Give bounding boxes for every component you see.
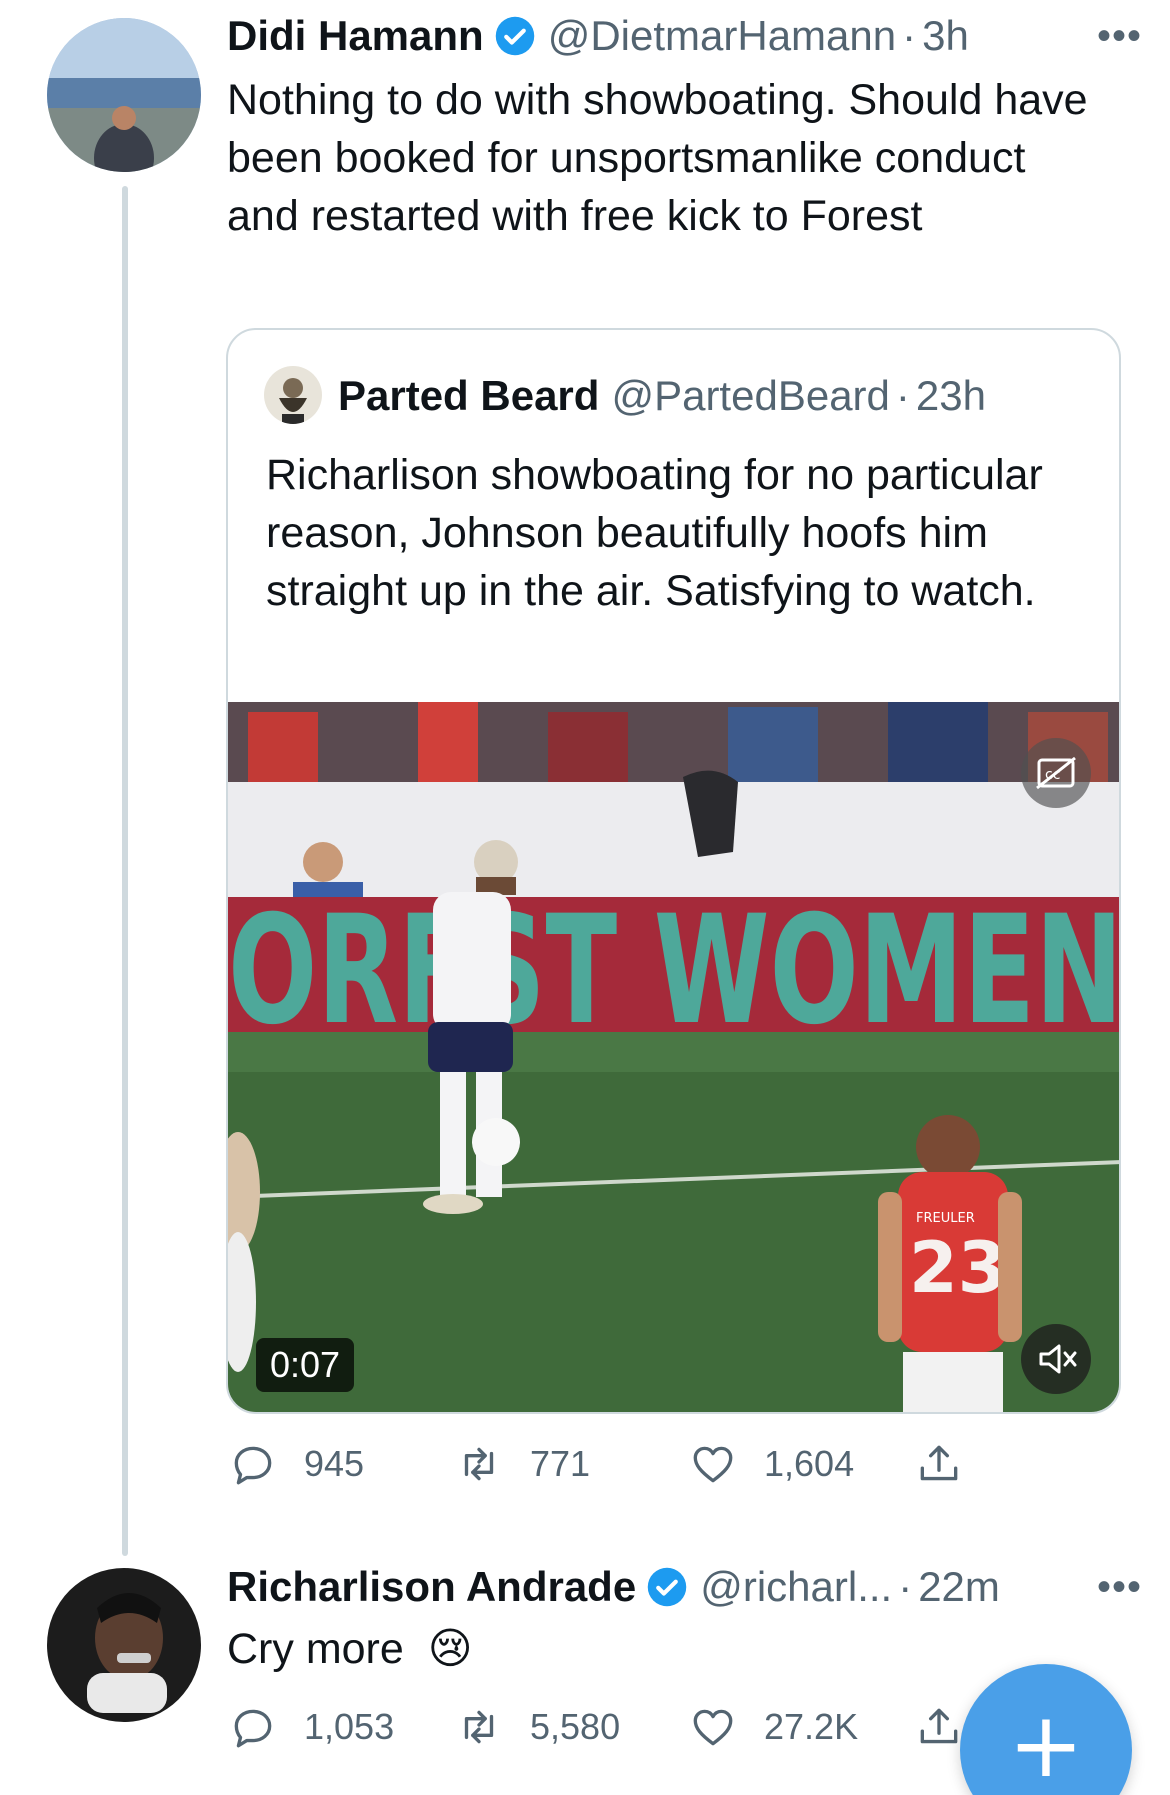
reply-count: 945 [304,1443,365,1484]
video-duration: 0:07 [256,1338,355,1392]
thread-line [122,186,128,1556]
like-button[interactable]: 27.2K [688,1697,858,1757]
tweet-actions: 945 771 1,604 [228,1434,1078,1494]
more-options-icon[interactable]: ••• [1097,1565,1142,1610]
retweet-button[interactable]: 5,580 [454,1697,620,1757]
tweet-header: Didi Hamann @DietmarHamann · 3h [227,10,969,62]
quoted-tweet-text: Richarlison showboating for no particula… [266,451,1043,615]
author-name[interactable]: Didi Hamann [227,12,484,60]
reply-header: Richarlison Andrade @richarl... · 22m [227,1561,1000,1613]
more-options-icon[interactable]: ••• [1097,14,1142,59]
reply-author-handle[interactable]: @richarl... [700,1563,892,1611]
reply-text: Cry more [227,1625,404,1673]
reply-icon [234,1709,272,1748]
reply-button[interactable]: 1,053 [228,1697,394,1757]
share-button[interactable] [914,1434,964,1494]
like-button[interactable]: 1,604 [688,1434,854,1494]
reply-avatar[interactable] [47,1568,201,1722]
crying-face-emoji: 😢 [427,1625,473,1673]
separator-dot: · [902,12,917,59]
separator-dot: · [895,372,910,419]
avatar-photo [47,1568,201,1722]
banner-text: ORFST WOMEN [228,884,1121,1058]
timestamp[interactable]: 3h [922,12,969,60]
separator-dot: · [898,1563,913,1610]
avatar-photo [47,18,201,172]
retweet-icon [464,1710,494,1744]
reply-button[interactable]: 945 [228,1434,364,1494]
share-button[interactable] [914,1697,964,1757]
retweet-button[interactable]: 771 [454,1434,590,1494]
plus-icon: + [1008,1693,1083,1795]
video-player[interactable]: ORFST WOMEN FREULER 23 0:07 [228,702,1121,1412]
share-icon [920,1708,958,1744]
quoted-author-name: Parted Beard [338,372,600,419]
verified-badge-icon [646,1566,688,1608]
like-count: 1,604 [764,1443,855,1484]
shirt-number: 23 [909,1227,1006,1309]
retweet-count: 771 [530,1443,591,1484]
heart-icon [693,1446,733,1483]
reply-actions: 1,053 5,580 27.2K [228,1697,1078,1757]
tweet-text: Nothing to do with showboating. Should h… [227,76,1088,240]
quoted-tweet-card[interactable]: Parted Beard @PartedBeard · 23h Richarli… [226,328,1121,1414]
author-handle[interactable]: @DietmarHamann [548,12,896,60]
quoted-timestamp: 23h [915,372,986,419]
quoted-author-handle: @PartedBeard [611,372,890,419]
share-icon [920,1445,958,1481]
quoted-avatar [264,366,322,424]
quoted-tweet-header: Parted Beard @PartedBeard · 23h [338,370,986,422]
muted-speaker-icon[interactable] [1021,1324,1091,1394]
avatar[interactable] [47,18,201,172]
shirt-name: FREULER [916,1211,975,1226]
video-frame: ORFST WOMEN FREULER 23 [228,702,1121,1412]
retweet-count: 5,580 [530,1706,621,1747]
reply-count: 1,053 [304,1706,395,1747]
heart-icon [693,1709,733,1746]
verified-badge-icon [494,15,536,57]
compose-label: + [1008,1693,1083,1795]
reply-timestamp[interactable]: 22m [918,1563,1000,1611]
reply-icon [234,1446,272,1485]
like-count: 27.2K [764,1706,859,1747]
closed-captions-icon[interactable]: cc [1021,738,1091,808]
retweet-icon [464,1447,494,1481]
reply-author-name[interactable]: Richarlison Andrade [227,1563,636,1611]
compose-tweet-button[interactable]: + [960,1664,1132,1795]
